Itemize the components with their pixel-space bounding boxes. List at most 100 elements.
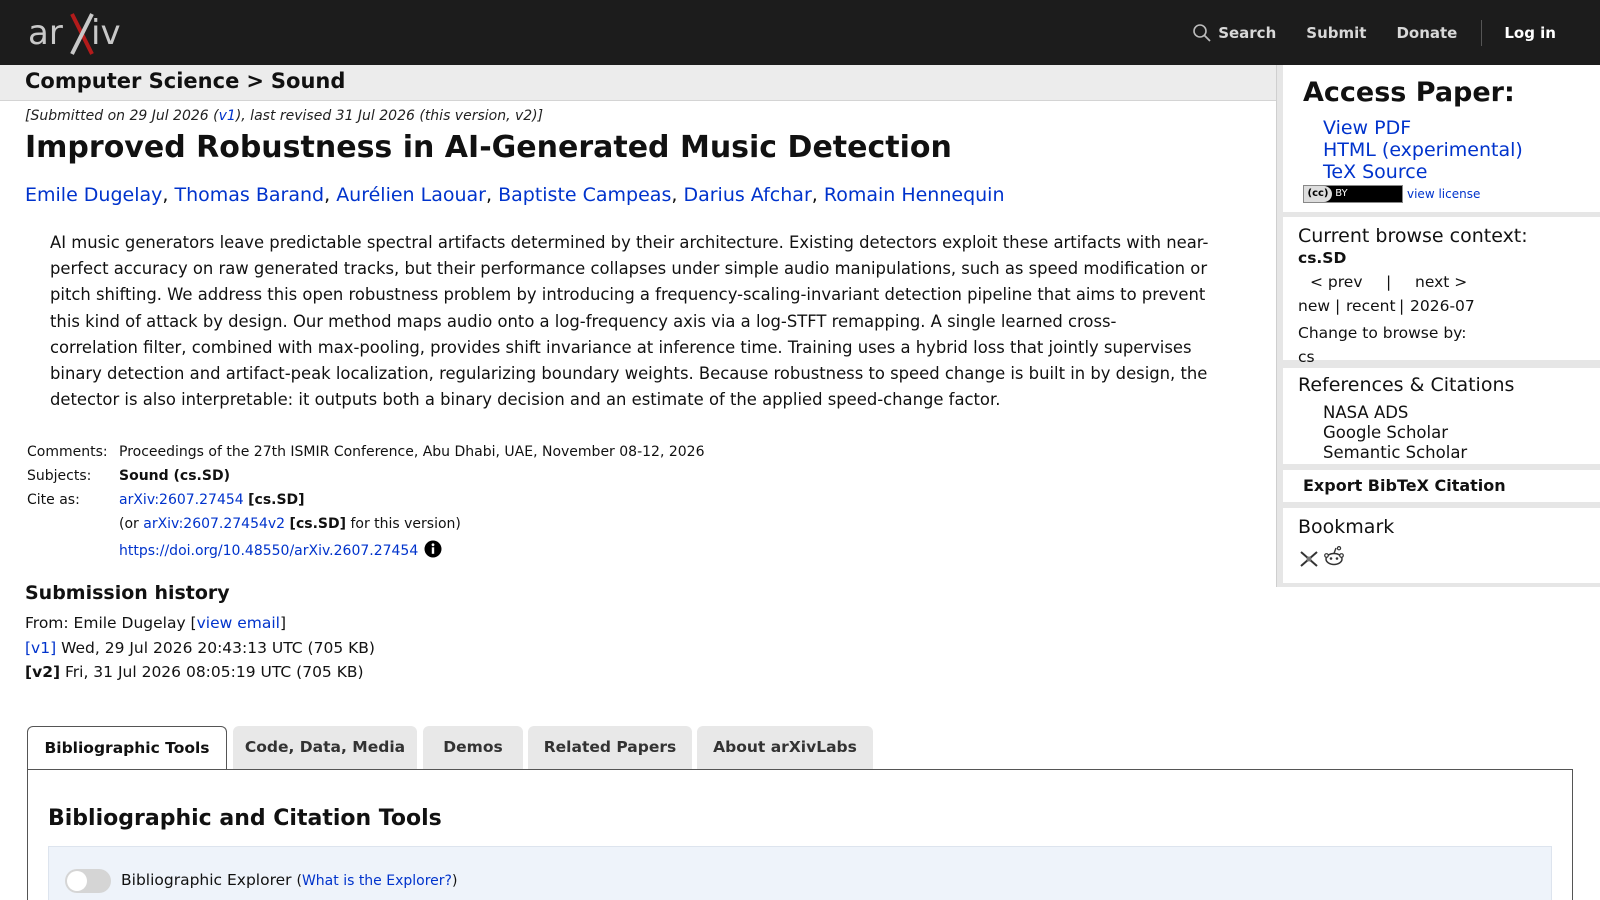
access-paper-box: Access Paper: View PDF HTML (experimenta… <box>1283 65 1600 212</box>
month-link[interactable]: 2026-07 <box>1410 297 1475 315</box>
reddit-icon[interactable] <box>1323 545 1345 567</box>
browse-context-box: Current browse context: cs.SD < prev | n… <box>1283 217 1600 366</box>
tab-bibliographic-tools[interactable]: Bibliographic Tools <box>27 726 227 771</box>
tab-panel: Bibliographic and Citation Tools Bibliog… <box>27 769 1573 900</box>
abstract-line: correlation filter, combined with max-po… <box>50 337 1192 357</box>
author-comma: , <box>162 184 175 206</box>
tab-demos[interactable]: Demos <box>423 726 523 770</box>
prev-next-divider: | <box>1386 273 1392 291</box>
author-link[interactable]: Aurélien Laouar <box>336 184 486 206</box>
doi-link[interactable]: https://doi.org/10.48550/arXiv.2607.2745… <box>119 543 418 559</box>
author-link[interactable]: Baptiste Campeas <box>498 184 671 206</box>
browse-context-heading: Current browse context: <box>1298 225 1528 247</box>
breadcrumb-bar: Computer Science > Sound <box>0 65 1278 101</box>
author-link[interactable]: Darius Afchar <box>683 184 811 206</box>
arxiv-id-link[interactable]: arXiv:2607.27454 <box>119 492 244 508</box>
tab-code-data-media[interactable]: Code, Data, Media <box>233 726 417 770</box>
cc-by-text: BY <box>1335 188 1348 199</box>
dateline-v1-link[interactable]: v1 <box>219 108 236 124</box>
from-suffix: ] <box>279 614 287 632</box>
author-comma: , <box>324 184 337 206</box>
view-email-link[interactable]: view email <box>197 614 280 632</box>
abstract-line: perfect accuracy on raw generated tracks… <box>50 259 1208 279</box>
new-link[interactable]: new <box>1298 297 1330 315</box>
login-link[interactable]: Log in <box>1504 24 1556 42</box>
view-license-link[interactable]: view license <box>1407 187 1480 201</box>
export-box: Export BibTeX Citation <box>1283 470 1600 502</box>
author-link[interactable]: Thomas Barand <box>174 184 324 206</box>
author-link[interactable]: Emile Dugelay <box>25 184 162 206</box>
abstract-line: this kind of attack by design. Our metho… <box>50 311 1117 331</box>
bookmark-heading: Bookmark <box>1298 516 1395 538</box>
prev-link[interactable]: < prev <box>1310 273 1363 291</box>
next-link[interactable]: next > <box>1415 273 1467 291</box>
donate-link[interactable]: Donate <box>1396 24 1457 42</box>
bibsonomy-icon[interactable] <box>1298 548 1320 570</box>
view-pdf-link[interactable]: View PDF <box>1323 117 1411 139</box>
divider: | <box>1335 297 1341 315</box>
tex-source-link[interactable]: TeX Source <box>1323 161 1427 183</box>
breadcrumb-section[interactable]: Computer Science <box>25 69 239 93</box>
cite-version-category: [cs.SD] <box>289 516 346 532</box>
search-label: Search <box>1218 23 1277 42</box>
paper-title: Improved Robustness in AI-Generated Musi… <box>25 130 952 165</box>
html-experimental-link[interactable]: HTML (experimental) <box>1323 139 1523 161</box>
change-browse-label: Change to browse by: <box>1298 324 1467 342</box>
cc-mark: (cc) <box>1304 186 1332 202</box>
explorer-box: Bibliographic Explorer (What is the Expl… <box>48 846 1552 900</box>
google-scholar-link[interactable]: Google Scholar <box>1323 423 1448 442</box>
references-heading: References & Citations <box>1298 374 1515 396</box>
from-prefix: From: Emile Dugelay [ <box>25 614 197 632</box>
browse-cs-link[interactable]: cs <box>1298 348 1315 366</box>
search-button[interactable]: Search <box>1192 23 1276 43</box>
info-icon[interactable] <box>424 540 442 558</box>
nasa-ads-link[interactable]: NASA ADS <box>1323 403 1408 422</box>
cite-category: [cs.SD] <box>248 492 305 508</box>
author-comma: , <box>671 184 684 206</box>
recent-link[interactable]: recent <box>1346 297 1396 315</box>
cite-label: Cite as: <box>27 492 80 508</box>
author-comma: , <box>486 184 499 206</box>
subjects-value: Sound (cs.SD) <box>119 468 230 484</box>
tab-related-papers[interactable]: Related Papers <box>528 726 692 770</box>
explorer-label-text: Bibliographic Explorer <box>121 871 292 889</box>
abstract-line: detector is also interpretable: it outpu… <box>50 390 1001 410</box>
explorer-label: Bibliographic Explorer (What is the Expl… <box>121 871 458 889</box>
nav-divider <box>1481 19 1483 46</box>
version-entry-v1: [v1] Wed, 29 Jul 2026 20:43:13 UTC (705 … <box>25 639 375 657</box>
author-list: Emile Dugelay, Thomas Barand, Aurélien L… <box>25 184 1005 206</box>
abstract-line: AI music generators leave predictable sp… <box>50 233 1209 252</box>
dateline-prefix: [Submitted on 29 Jul 2026 ( <box>25 108 219 124</box>
cite-or-suffix: for this version) <box>346 516 461 532</box>
explorer-toggle[interactable] <box>65 869 111 893</box>
comments-label: Comments: <box>27 444 108 460</box>
cite-or-prefix: (or <box>119 516 144 532</box>
comments-value: Proceedings of the 27th ISMIR Conference… <box>119 444 705 460</box>
export-bibtex-link[interactable]: Export BibTeX Citation <box>1303 476 1506 495</box>
breadcrumb: Computer Science > Sound <box>25 69 345 93</box>
version-current-v2: [v2] <box>25 663 61 681</box>
doi-value: https://doi.org/10.48550/arXiv.2607.2745… <box>119 540 442 559</box>
semantic-scholar-link[interactable]: Semantic Scholar <box>1323 443 1467 462</box>
divider: | <box>1399 297 1405 315</box>
arxiv-version-link[interactable]: arXiv:2607.27454v2 <box>143 516 285 532</box>
arxiv-logo[interactable]: ar iv <box>28 10 148 56</box>
breadcrumb-category[interactable]: Sound <box>271 69 345 93</box>
abstract: AI music generators leave predictable sp… <box>50 230 1230 413</box>
submit-link[interactable]: Submit <box>1306 24 1366 42</box>
abstract-line: binary detection and artifact-peak local… <box>50 364 1208 384</box>
svg-text:iv: iv <box>91 13 121 53</box>
version-link-v1[interactable]: [v1] <box>25 639 56 657</box>
svg-text:ar: ar <box>28 13 63 53</box>
version-date-v2: Fri, 31 Jul 2026 08:05:19 UTC (705 KB) <box>60 663 364 681</box>
author-link[interactable]: Romain Hennequin <box>824 184 1005 206</box>
cite-version-value: (or arXiv:2607.27454v2 [cs.SD] for this … <box>119 516 461 532</box>
version-entry-v2: [v2] Fri, 31 Jul 2026 08:05:19 UTC (705 … <box>25 663 364 681</box>
right-sidebar: Access Paper: View PDF HTML (experimenta… <box>1276 65 1600 587</box>
search-icon <box>1193 23 1211 42</box>
cc-license-badge[interactable]: (cc) BY <box>1303 185 1403 203</box>
version-date-v1: Wed, 29 Jul 2026 20:43:13 UTC (705 KB) <box>56 639 375 657</box>
explorer-help-link[interactable]: What is the Explorer? <box>302 873 452 889</box>
tab-about-arxivlabs[interactable]: About arXivLabs <box>697 726 873 770</box>
bookmark-box: Bookmark <box>1283 508 1600 583</box>
